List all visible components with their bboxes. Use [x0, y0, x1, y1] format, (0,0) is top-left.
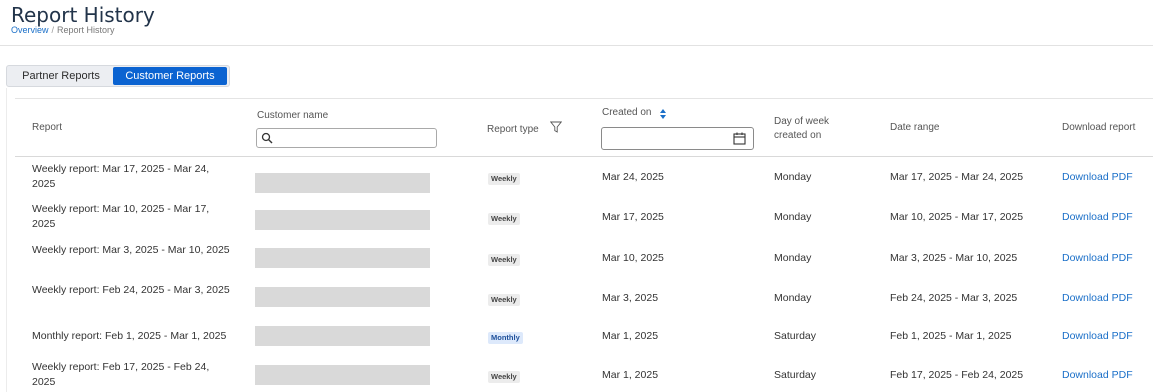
column-header-customer-name: Customer name — [257, 110, 329, 121]
customer-name-redacted — [255, 173, 430, 193]
customer-search-input[interactable] — [277, 131, 432, 148]
filter-icon[interactable] — [550, 121, 562, 133]
tab-customer-reports[interactable]: Customer Reports — [113, 67, 227, 85]
column-header-report: Report — [32, 122, 63, 133]
breadcrumb-overview-link[interactable]: Overview — [11, 25, 49, 35]
customer-name-redacted — [255, 210, 430, 230]
breadcrumb: Overview / Report History — [11, 25, 115, 35]
date-range-cell: Feb 1, 2025 - Mar 1, 2025 — [890, 330, 1012, 342]
created-on-date-field — [601, 127, 754, 150]
column-header-date-range: Date range — [890, 122, 940, 133]
created-on-cell: Mar 24, 2025 — [602, 171, 664, 183]
day-of-week-cell: Monday — [774, 211, 812, 223]
day-of-week-cell: Monday — [774, 252, 812, 264]
created-on-cell: Mar 17, 2025 — [602, 211, 664, 223]
customer-name-redacted — [255, 248, 430, 268]
download-pdf-link[interactable]: Download PDF — [1062, 251, 1133, 266]
report-type-badge: Weekly — [488, 294, 520, 306]
customer-name-redacted — [255, 326, 430, 346]
date-range-cell: Feb 17, 2025 - Feb 24, 2025 — [890, 369, 1024, 381]
date-range-cell: Mar 10, 2025 - Mar 17, 2025 — [890, 211, 1024, 223]
download-pdf-link[interactable]: Download PDF — [1062, 170, 1133, 185]
search-icon — [261, 132, 273, 144]
download-pdf-link[interactable]: Download PDF — [1062, 368, 1133, 383]
day-of-week-cell: Monday — [774, 171, 812, 183]
report-type-badge: Weekly — [488, 371, 520, 383]
date-range-cell: Mar 17, 2025 - Mar 24, 2025 — [890, 171, 1024, 183]
report-type-badge: Monthly — [488, 332, 523, 344]
created-on-cell: Mar 3, 2025 — [602, 292, 659, 304]
report-name-cell: Weekly report: Mar 3, 2025 - Mar 10, 202… — [32, 244, 230, 256]
report-name-cell: Weekly report: Mar 10, 2025 - Mar 17, 20… — [32, 203, 210, 230]
date-range-cell: Feb 24, 2025 - Mar 3, 2025 — [890, 292, 1018, 304]
customer-name-redacted — [255, 365, 430, 385]
column-header-report-type: Report type — [487, 124, 539, 135]
page-title: Report History — [11, 3, 155, 27]
report-name-cell: Weekly report: Feb 17, 2025 - Feb 24, 20… — [32, 361, 210, 388]
customer-search-field — [256, 128, 437, 148]
tab-partner-reports[interactable]: Partner Reports — [9, 67, 113, 85]
day-of-week-cell: Saturday — [774, 330, 817, 342]
report-type-badge: Weekly — [488, 254, 520, 266]
created-on-date-input[interactable] — [606, 129, 726, 148]
day-of-week-cell: Monday — [774, 292, 812, 304]
report-name-cell: Monthly report: Feb 1, 2025 - Mar 1, 202… — [32, 330, 227, 342]
calendar-icon[interactable] — [733, 132, 746, 145]
column-header-download-report: Download report — [1062, 122, 1136, 133]
panel-border — [6, 88, 7, 392]
created-on-cell: Mar 1, 2025 — [602, 369, 659, 381]
panel-top-divider — [15, 98, 1153, 99]
report-type-badge: Weekly — [488, 213, 520, 225]
column-header-day-of-week: Day of week created on — [774, 116, 830, 141]
customer-name-redacted — [255, 287, 430, 307]
table-header-divider — [15, 156, 1153, 157]
created-on-cell: Mar 1, 2025 — [602, 330, 659, 342]
breadcrumb-current: Report History — [57, 25, 115, 35]
sort-icon[interactable] — [660, 109, 666, 119]
breadcrumb-separator: / — [51, 25, 55, 35]
date-range-cell: Mar 3, 2025 - Mar 10, 2025 — [890, 252, 1018, 264]
column-header-created-on: Created on — [602, 107, 652, 118]
report-type-badge: Weekly — [488, 173, 520, 185]
download-pdf-link[interactable]: Download PDF — [1062, 329, 1133, 344]
day-of-week-cell: Saturday — [774, 369, 817, 381]
created-on-cell: Mar 10, 2025 — [602, 252, 664, 264]
report-name-cell: Weekly report: Feb 24, 2025 - Mar 3, 202… — [32, 284, 230, 296]
report-tabs: Partner Reports Customer Reports — [6, 65, 230, 87]
download-pdf-link[interactable]: Download PDF — [1062, 210, 1133, 225]
header-divider — [0, 45, 1153, 46]
report-name-cell: Weekly report: Mar 17, 2025 - Mar 24, 20… — [32, 163, 210, 190]
download-pdf-link[interactable]: Download PDF — [1062, 291, 1133, 306]
